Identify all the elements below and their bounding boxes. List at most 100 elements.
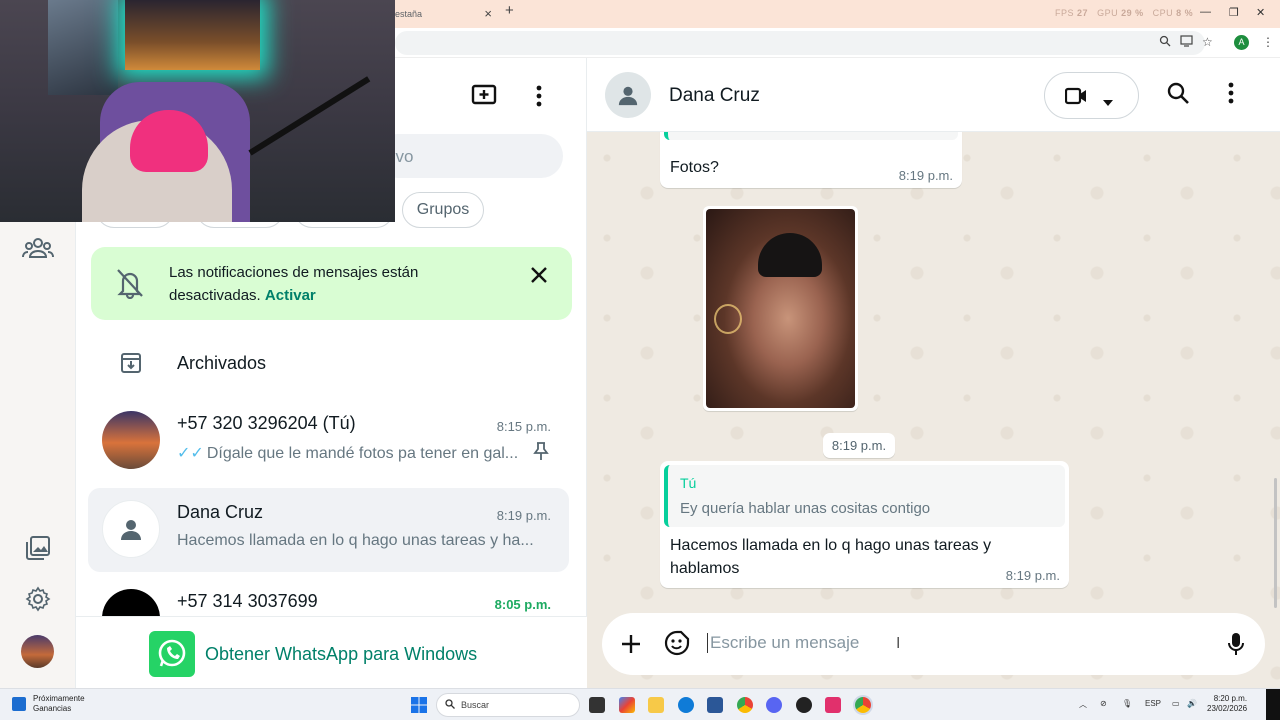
chat-time: 8:19 p.m.: [496, 508, 551, 523]
chrome-active-icon[interactable]: [855, 697, 871, 713]
clock-date: 23/02/2026: [1207, 704, 1248, 713]
chat-preview-text: Dígale que le mandé fotos pa tener en ga…: [206, 445, 519, 462]
video-camera-icon: [1064, 87, 1087, 110]
photo-thumbnail: [706, 209, 855, 408]
chrome-icon[interactable]: [737, 697, 753, 713]
show-desktop-button[interactable]: [1266, 689, 1280, 720]
reply-message-bubble[interactable]: Tú Ey quería hablar unas cositas contigo…: [660, 461, 1069, 588]
close-window-icon[interactable]: ✕: [1256, 6, 1265, 19]
taskbar-search[interactable]: Buscar: [436, 693, 580, 717]
chat-menu-icon[interactable]: [1227, 82, 1235, 109]
restore-icon[interactable]: ❐: [1229, 6, 1239, 19]
quoted-message[interactable]: Tú Ey quería hablar unas cositas contigo: [664, 465, 1065, 527]
notifications-off-icon: [115, 267, 145, 304]
text-cursor-icon: I: [896, 635, 901, 652]
close-tab-icon[interactable]: ×: [484, 6, 492, 21]
chat-preview: Hacemos llamada en lo q hago unas tareas…: [177, 532, 534, 549]
discord-icon[interactable]: [766, 697, 782, 713]
browser-menu-icon[interactable]: ⋮: [1262, 35, 1274, 49]
display-icon[interactable]: ▭: [1172, 699, 1180, 708]
image-message[interactable]: [703, 206, 858, 411]
news-title: Próximamente: [33, 694, 85, 703]
chat-row-active[interactable]: Dana Cruz 8:19 p.m. Hacemos llamada en l…: [88, 488, 569, 572]
message-input[interactable]: Escribe un mensaje: [707, 633, 859, 653]
profile-avatar[interactable]: A: [1234, 35, 1249, 50]
task-view-icon[interactable]: [589, 697, 605, 713]
chat-name: +57 314 3037699: [177, 591, 318, 611]
message-time: 8:19 p.m.: [898, 168, 953, 183]
tray-chevron-icon[interactable]: ︿: [1079, 699, 1087, 710]
fps-value: 27: [1077, 8, 1089, 18]
activate-notifications-link[interactable]: Activar: [265, 287, 316, 304]
windows-taskbar: Próximamente Ganancias Buscar ︿ ⊘ 🎙 ESP …: [0, 688, 1280, 720]
windows-start-icon[interactable]: [411, 697, 427, 718]
message-text: Hacemos llamada en lo q hago unas tareas…: [670, 537, 992, 577]
image-time: 8:19 p.m.: [823, 433, 895, 458]
gpu-value: 29 %: [1121, 8, 1144, 18]
chat-row[interactable]: +57 320 3296204 (Tú) 8:15 p.m. ✓✓ Dígale …: [88, 399, 569, 483]
chat-list-menu-icon[interactable]: [535, 85, 543, 112]
copilot-icon[interactable]: [619, 697, 635, 713]
contact-name[interactable]: Dana Cruz: [669, 85, 760, 107]
chat-time-unread: 8:05 p.m.: [494, 597, 551, 612]
file-explorer-icon[interactable]: [648, 697, 664, 713]
get-app-link[interactable]: Obtener WhatsApp para Windows: [205, 644, 477, 665]
taskbar-clock[interactable]: 8:20 p.m. 23/02/2026: [1207, 694, 1247, 714]
media-gallery-icon[interactable]: [22, 532, 54, 564]
photo-neon-sign: [714, 304, 742, 334]
news-widget[interactable]: Próximamente Ganancias: [33, 694, 85, 714]
filter-chip-groups[interactable]: Grupos: [402, 192, 484, 228]
attach-plus-icon[interactable]: [621, 634, 641, 659]
mic-tray-icon[interactable]: 🎙: [1122, 699, 1132, 708]
microphone-icon[interactable]: [1227, 632, 1245, 661]
taskbar-search-icon: [445, 699, 455, 711]
screen: { "browser": { "tab_title": "estaña", "s…: [0, 0, 1280, 720]
news-widget-icon[interactable]: [12, 697, 26, 711]
volume-icon[interactable]: 🔊: [1187, 699, 1197, 708]
archived-row[interactable]: Archivados: [76, 340, 587, 388]
settings-gear-icon[interactable]: [22, 583, 54, 615]
install-app-icon[interactable]: [1180, 35, 1193, 50]
language-indicator[interactable]: ESP: [1145, 699, 1161, 708]
zoom-icon[interactable]: [1159, 35, 1171, 50]
minimize-icon[interactable]: —: [1200, 6, 1211, 18]
quote-text: Ey quería hablar unas cositas contigo: [680, 500, 931, 517]
bookmark-star-icon[interactable]: ☆: [1202, 35, 1213, 49]
search-icon[interactable]: [1167, 82, 1189, 109]
archived-label: Archivados: [177, 353, 267, 373]
new-chat-icon[interactable]: [471, 83, 497, 112]
webcam-overlay: [0, 0, 395, 222]
chat-avatar: [102, 589, 160, 616]
address-bar[interactable]: [395, 31, 1205, 55]
photo-subject: [758, 233, 822, 277]
edge-icon[interactable]: [678, 697, 694, 713]
message-text: Fotos?: [670, 159, 719, 176]
store-icon[interactable]: [707, 697, 723, 713]
pin-icon: [533, 441, 549, 466]
obs-icon[interactable]: [796, 697, 812, 713]
taskbar-search-label: Buscar: [461, 700, 490, 710]
conversation-scrollbar[interactable]: [1274, 478, 1277, 608]
read-ticks-icon: ✓✓: [177, 445, 204, 462]
contact-avatar-icon[interactable]: [605, 72, 651, 118]
conversation-panel: Fotos? 8:19 p.m. 8:19 p.m. Tú Ey quería …: [587, 58, 1280, 688]
default-avatar-icon: [102, 500, 160, 558]
my-profile-avatar[interactable]: [21, 635, 54, 668]
sticker-icon[interactable]: [664, 630, 690, 661]
cpu-label: CPU: [1152, 8, 1174, 18]
video-call-button[interactable]: [1044, 72, 1139, 119]
chat-header: Dana Cruz: [587, 58, 1280, 132]
new-tab-button[interactable]: +: [505, 2, 514, 19]
tiktok-icon[interactable]: [825, 697, 841, 713]
network-off-icon[interactable]: ⊘: [1100, 699, 1107, 708]
chat-preview: ✓✓ Dígale que le mandé fotos pa tener en …: [177, 443, 542, 463]
communities-icon[interactable]: [22, 232, 54, 264]
browser-tab-title: estaña: [395, 9, 423, 19]
browser-tab[interactable]: estaña ×: [380, 4, 500, 26]
close-banner-icon[interactable]: [529, 265, 549, 290]
get-app-promo[interactable]: Obtener WhatsApp para Windows: [76, 616, 587, 688]
chat-row[interactable]: +57 314 3037699 8:05 p.m.: [88, 577, 569, 616]
whatsapp-logo-icon: [149, 631, 195, 677]
search-input[interactable]: evo: [376, 134, 563, 178]
composer-bar: Escribe un mensaje I: [602, 613, 1265, 675]
